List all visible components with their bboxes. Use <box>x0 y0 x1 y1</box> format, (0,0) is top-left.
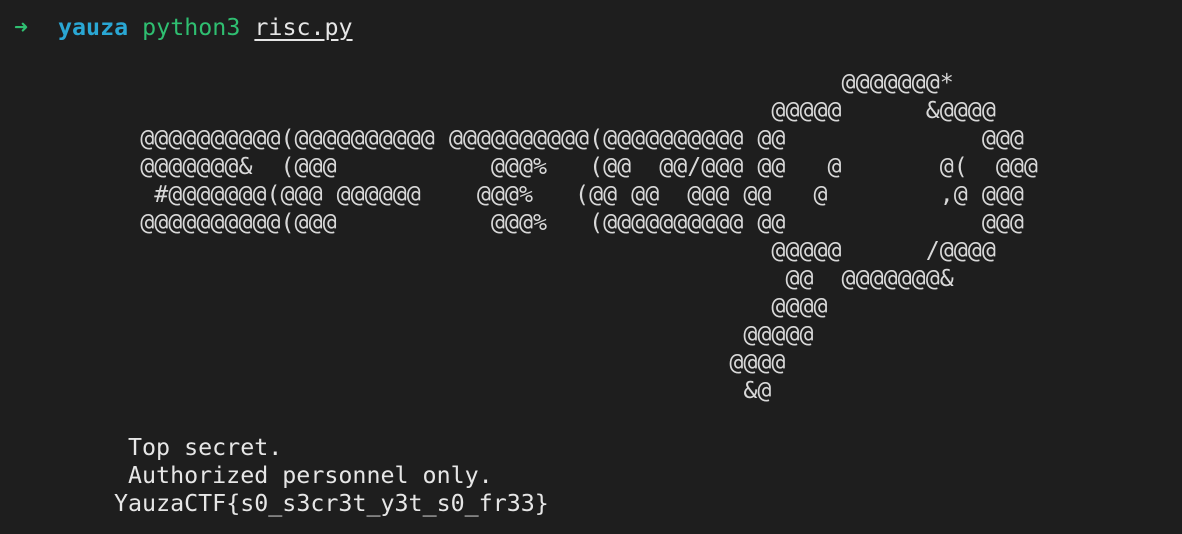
prompt-directory: yauza <box>58 14 129 41</box>
prompt-argument-file[interactable]: risc.py <box>254 14 352 41</box>
prompt-arrow-icon: ➜ <box>14 14 29 41</box>
output-flag: YauzaCTF{s0_s3cr3t_y3t_s0_fr33} <box>114 490 549 517</box>
shell-prompt: ➜ yauza python3 risc.py <box>14 12 353 44</box>
output-top-secret: Top secret. <box>128 434 283 461</box>
prompt-command: python3 <box>142 14 241 41</box>
terminal-window: ➜ yauza python3 risc.py @@@@@@@* @@@@@ &@… <box>0 0 1182 534</box>
output-authorized-only: Authorized personnel only. <box>128 462 493 489</box>
ascii-art-key-banner: @@@@@@@* @@@@@ &@@@@ @@@@@@@@@@(@@@@@@@@… <box>140 69 1038 404</box>
